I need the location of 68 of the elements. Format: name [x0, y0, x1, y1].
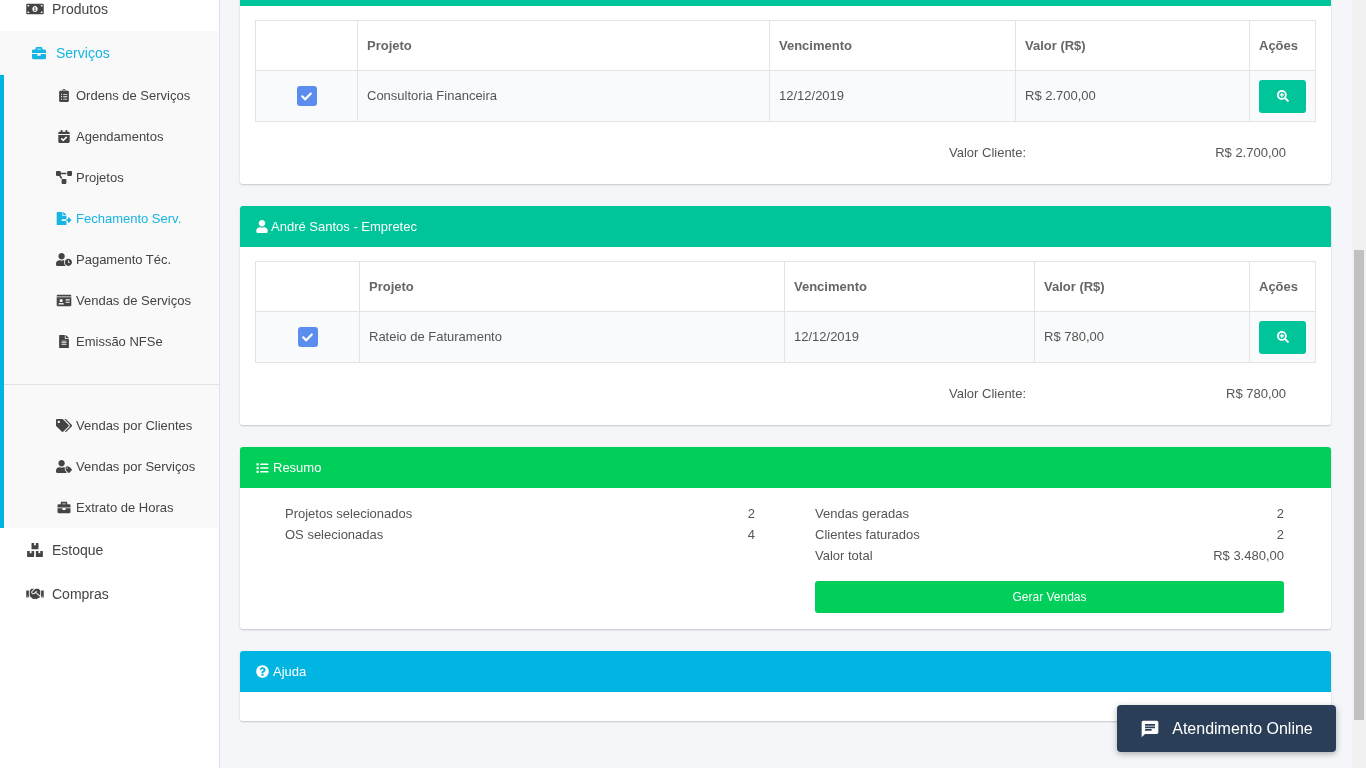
summary-value: 2 — [1276, 525, 1284, 544]
summary-value: 2 — [747, 504, 755, 523]
id-card-icon — [56, 294, 72, 307]
column-header: Valor (R$) — [1035, 262, 1250, 311]
summary-value: R$ 3.480,00 — [1213, 546, 1284, 565]
card-title: Ajuda — [273, 662, 307, 681]
summary-label: Vendas geradas — [815, 504, 909, 523]
summary-label: Clientes faturados — [815, 525, 920, 544]
card-title: Resumo — [273, 458, 322, 477]
total-label: Valor Cliente: — [949, 385, 1027, 404]
document-icon — [56, 335, 72, 348]
user-tag-icon — [56, 460, 72, 473]
column-header: Vencimento — [770, 21, 1016, 70]
column-header: Projeto — [358, 21, 770, 70]
summary-value: 4 — [747, 525, 755, 544]
column-header: Projeto — [360, 262, 785, 311]
summary-label: OS selecionadas — [285, 525, 384, 544]
zoom-in-icon — [1276, 90, 1289, 102]
handshake-icon — [26, 587, 44, 601]
checkbox[interactable] — [296, 86, 317, 106]
checkbox[interactable] — [297, 327, 318, 347]
boxes-icon — [26, 543, 44, 557]
submenu-item[interactable]: Ordens de Serviços — [4, 75, 219, 116]
total-value: R$ 2.700,00 — [1215, 144, 1286, 163]
card-title: André Santos - Empretec — [271, 217, 417, 236]
sidebar-item[interactable]: Compras — [0, 572, 219, 616]
table-cell: Consultoria Financeira — [358, 71, 770, 121]
table-cell: R$ 780,00 — [1035, 312, 1250, 362]
table-cell: R$ 2.700,00 — [1016, 71, 1250, 121]
summary-value: 2 — [1276, 504, 1284, 523]
sidebar-item[interactable]: Estoque — [0, 528, 219, 572]
total-value: R$ 780,00 — [1226, 385, 1286, 404]
table-cell: Rateio de Faturamento — [360, 312, 785, 362]
chat-button[interactable]: Atendimento Online — [1117, 705, 1336, 752]
column-header: Vencimento — [785, 262, 1035, 311]
user-icon — [256, 220, 268, 233]
submenu-item[interactable]: Projetos — [4, 157, 219, 198]
summary-label: Projetos selecionados — [285, 504, 413, 523]
column-header: Ações — [1258, 277, 1300, 296]
sidebar-item[interactable]: Produtos — [0, 0, 219, 31]
help-icon — [256, 665, 269, 678]
summary-label: Valor total — [815, 546, 873, 565]
submenu-item[interactable]: Vendas por Serviços — [4, 446, 219, 487]
submenu-item[interactable]: Vendas de Serviços — [4, 280, 219, 321]
submenu-item[interactable]: Agendamentos — [4, 116, 219, 157]
column-header: Valor (R$) — [1016, 21, 1250, 70]
check-icon — [301, 90, 312, 102]
zoom-in-icon — [1276, 331, 1289, 343]
money-icon — [26, 2, 44, 16]
list-icon — [256, 461, 269, 474]
submenu-item[interactable]: Emissão NFSe — [4, 321, 219, 362]
tags-icon — [56, 419, 72, 432]
user-clock-icon — [56, 253, 72, 266]
calendar-check-icon — [56, 130, 72, 143]
view-button[interactable] — [1259, 79, 1306, 113]
view-button[interactable] — [1259, 320, 1306, 354]
column-header: Ações — [1258, 36, 1300, 55]
chat-icon — [1140, 718, 1161, 739]
table-cell: 12/12/2019 — [770, 71, 1016, 121]
table-cell: 12/12/2019 — [785, 312, 1035, 362]
file-export-icon — [56, 212, 72, 225]
clipboard-icon — [56, 89, 72, 102]
submenu-item[interactable]: Vendas por Clientes — [4, 405, 219, 446]
submenu-item[interactable]: Extrato de Horas — [4, 487, 219, 528]
check-icon — [302, 331, 313, 343]
diagram-icon — [56, 171, 72, 184]
total-label: Valor Cliente: — [949, 144, 1027, 163]
submenu-item[interactable]: Pagamento Téc. — [4, 239, 219, 280]
